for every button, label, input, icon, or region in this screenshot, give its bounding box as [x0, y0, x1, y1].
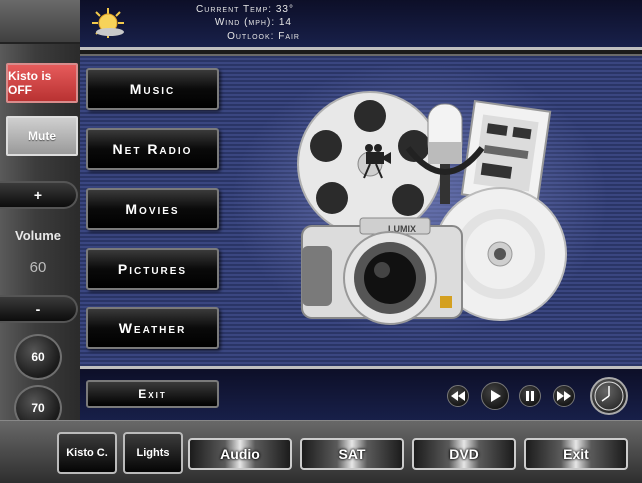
clock-icon[interactable]	[590, 377, 628, 415]
net-radio-button[interactable]: Net Radio	[86, 128, 219, 170]
pause-icon[interactable]	[519, 385, 541, 407]
volume-up-button[interactable]: +	[0, 181, 78, 209]
mute-button[interactable]: Mute	[6, 116, 78, 156]
music-button[interactable]: Music	[86, 68, 219, 110]
exit-nav-button[interactable]: Exit	[524, 438, 628, 470]
rewind-icon[interactable]	[447, 385, 469, 407]
kisto-nav-button[interactable]: Kisto C.	[57, 432, 117, 474]
media-collage-image: LUMIX	[290, 86, 580, 336]
play-icon[interactable]	[481, 382, 509, 410]
volume-label: Volume	[15, 228, 61, 243]
volume-preset-60-button[interactable]: 60	[14, 334, 62, 380]
volume-value: 60	[29, 259, 47, 276]
wind-text: Wind (mph): 14	[214, 17, 292, 28]
outlook-text: Outlook: Fair	[227, 31, 300, 42]
camera-icon: LUMIX	[301, 217, 463, 325]
current-temp-text: Current Temp: 33°	[196, 4, 294, 15]
pictures-button[interactable]: Pictures	[86, 248, 219, 290]
weather-button[interactable]: Weather	[86, 307, 219, 349]
fast-forward-icon[interactable]	[553, 385, 575, 407]
volume-down-button[interactable]: -	[0, 295, 78, 323]
dvd-nav-button[interactable]: DVD	[412, 438, 516, 470]
sat-nav-button[interactable]: SAT	[300, 438, 404, 470]
audio-nav-button[interactable]: Audio	[188, 438, 292, 470]
movies-button[interactable]: Movies	[86, 188, 219, 230]
lights-nav-button[interactable]: Lights	[123, 432, 183, 474]
corner-panel	[0, 0, 80, 44]
kisto-status-button[interactable]: Kisto is OFF	[6, 63, 78, 103]
menu-exit-button[interactable]: Exit	[86, 380, 219, 408]
